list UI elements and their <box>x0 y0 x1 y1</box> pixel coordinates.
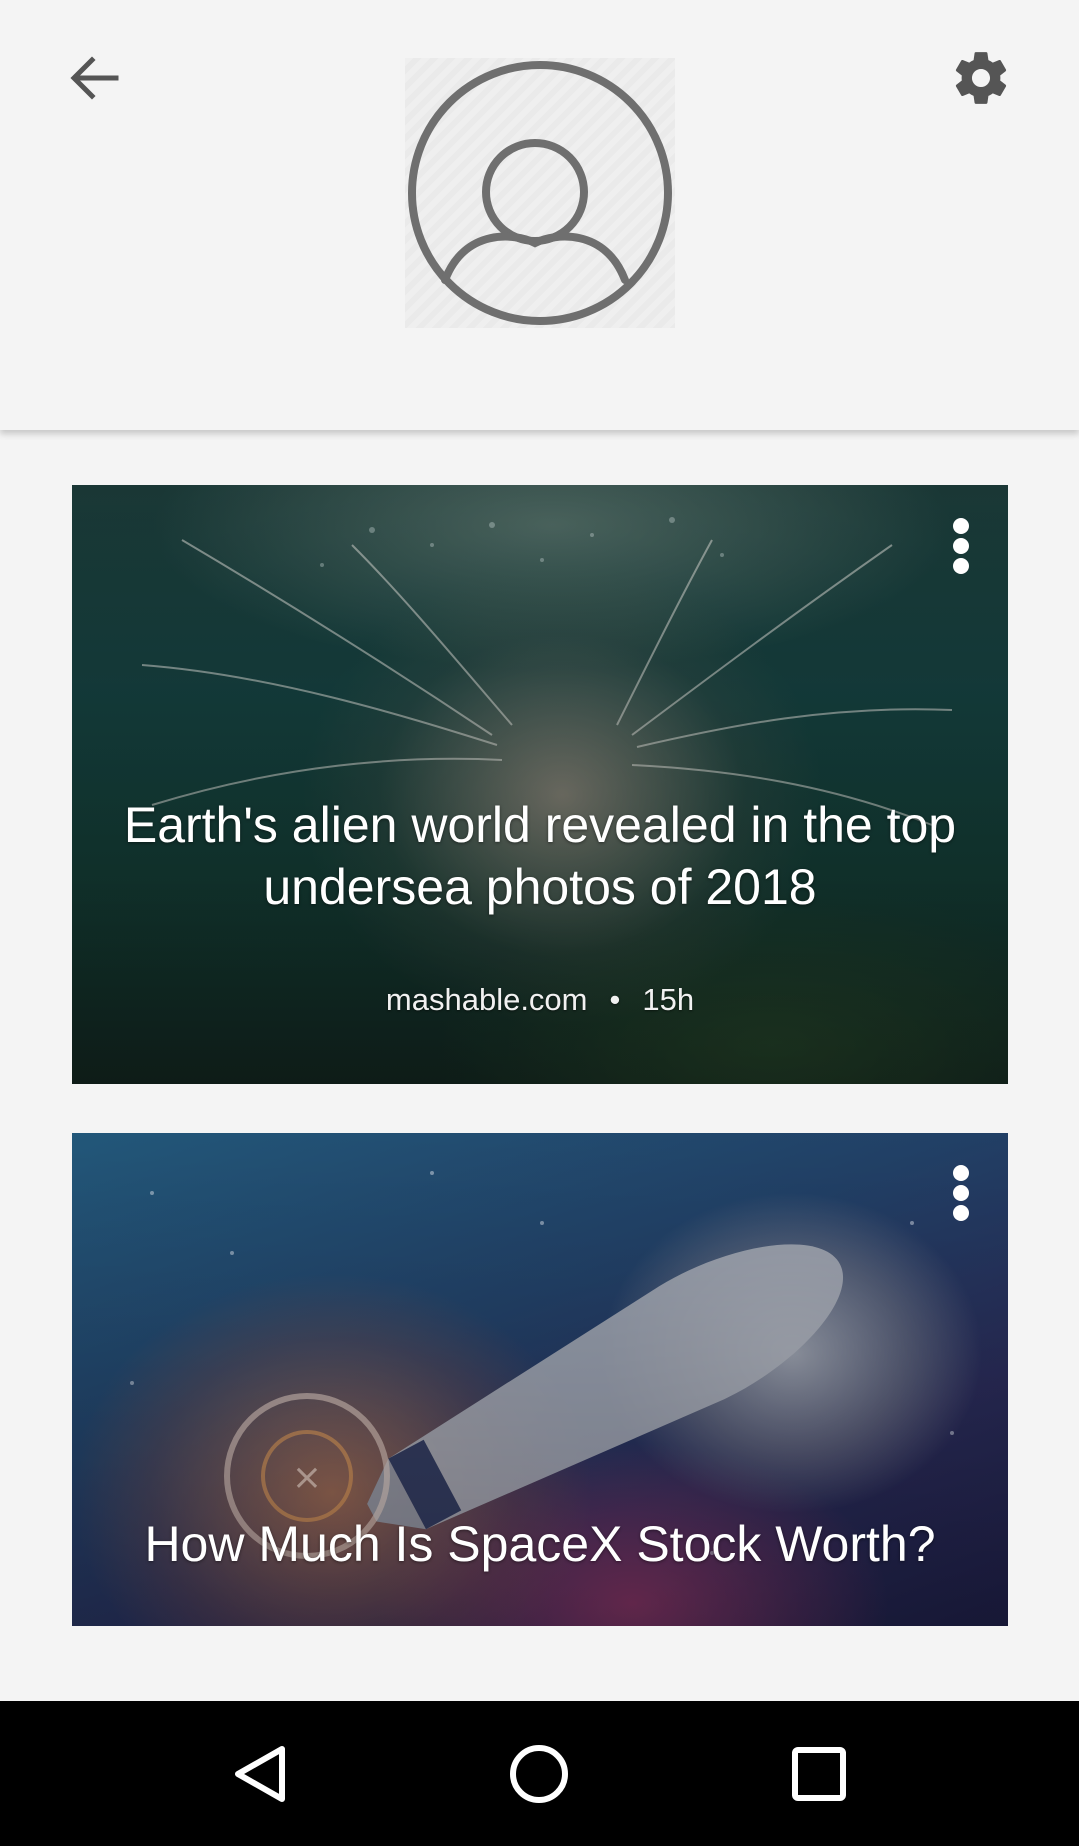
more-vert-icon <box>953 1165 969 1221</box>
system-nav-bar <box>0 1701 1079 1846</box>
nav-home-circle-icon <box>510 1744 569 1803</box>
nav-back-triangle-icon <box>234 1745 285 1802</box>
news-card[interactable]: Earth's alien world revealed in the top … <box>72 485 1008 1084</box>
card-menu-button[interactable] <box>933 508 989 584</box>
card-source: mashable.com <box>385 982 588 1017</box>
news-card[interactable]: × How Much Is SpaceX Stock Worth? <box>72 1133 1008 1626</box>
card-menu-button[interactable] <box>933 1155 989 1231</box>
meta-separator: • <box>609 982 621 1017</box>
more-vert-icon <box>953 518 969 574</box>
nav-back-button[interactable] <box>215 1729 305 1819</box>
person-circle-icon <box>408 61 672 325</box>
back-button[interactable] <box>58 42 130 114</box>
nav-recents-button[interactable] <box>774 1729 864 1819</box>
arrow-left-icon <box>70 56 119 100</box>
gear-icon <box>955 52 1007 104</box>
settings-button[interactable] <box>945 42 1017 114</box>
nav-home-button[interactable] <box>494 1729 584 1819</box>
card-time: 15h <box>642 982 695 1017</box>
card-meta: mashable.com • 15h <box>72 982 1008 1018</box>
card-title[interactable]: How Much Is SpaceX Stock Worth? <box>112 1513 968 1575</box>
profile-avatar[interactable] <box>405 58 675 328</box>
card-title[interactable]: Earth's alien world revealed in the top … <box>112 794 968 918</box>
nav-recents-square-icon <box>792 1746 847 1801</box>
profile-header <box>0 0 1079 430</box>
